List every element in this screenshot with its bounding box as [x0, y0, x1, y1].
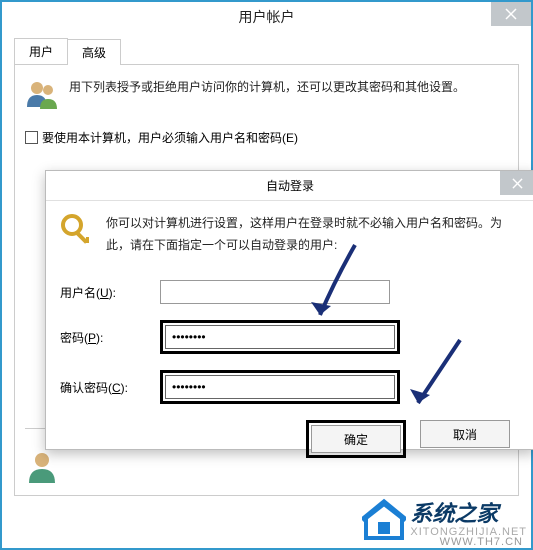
password-row: 密码(P): — [60, 320, 520, 354]
key-icon — [60, 213, 96, 249]
description-row: 用下列表授予或拒绝用户访问你的计算机，还可以更改其密码和其他设置。 — [25, 77, 508, 111]
checkbox-label: 要使用本计算机，用户必须输入用户名和密码(E) — [42, 129, 298, 146]
confirm-password-input[interactable] — [165, 375, 395, 399]
description-text: 用下列表授予或拒绝用户访问你的计算机，还可以更改其密码和其他设置。 — [69, 77, 465, 99]
dialog-description-row: 你可以对计算机进行设置，这样用户在登录时就不必输入用户名和密码。为此，请在下面指… — [60, 213, 520, 256]
cancel-button[interactable]: 取消 — [420, 420, 510, 448]
username-row: 用户名(U): — [60, 280, 520, 304]
dialog-description-text: 你可以对计算机进行设置，这样用户在登录时就不必输入用户名和密码。为此，请在下面指… — [106, 213, 520, 256]
close-icon — [505, 8, 517, 20]
tab-advanced[interactable]: 高级 — [67, 39, 121, 65]
window-title: 用户帐户 — [239, 7, 295, 27]
close-icon — [512, 178, 523, 189]
close-button[interactable] — [491, 2, 531, 26]
checkbox-icon — [25, 131, 38, 144]
titlebar: 用户帐户 — [2, 2, 531, 32]
highlight-ok: 确定 — [306, 420, 406, 458]
logo-brand: 系统之家 — [410, 502, 527, 526]
password-label: 密码(P): — [60, 329, 160, 346]
highlight-confirm — [160, 370, 400, 404]
dialog-title: 自动登录 — [266, 177, 314, 194]
house-icon — [362, 498, 406, 542]
password-input[interactable] — [165, 325, 395, 349]
confirm-password-label: 确认密码(C): — [60, 379, 160, 396]
username-input[interactable] — [160, 280, 390, 304]
ok-button[interactable]: 确定 — [311, 425, 401, 453]
must-enter-password-checkbox-row[interactable]: 要使用本计算机，用户必须输入用户名和密码(E) — [25, 129, 508, 146]
dialog-close-button[interactable] — [500, 171, 533, 195]
dialog-titlebar: 自动登录 — [46, 171, 533, 201]
users-icon — [25, 77, 59, 111]
confirm-password-row: 确认密码(C): — [60, 370, 520, 404]
logo-sub: XITONGZHIJIA.NET — [410, 526, 527, 538]
tab-users[interactable]: 用户 — [14, 38, 68, 64]
logo-watermark: 系统之家 XITONGZHIJIA.NET — [362, 498, 527, 542]
username-label: 用户名(U): — [60, 284, 160, 301]
auto-login-dialog: 自动登录 你可以对计算机进行设置，这样用户在登录时就不必输入用户名和密码。为此，… — [45, 170, 533, 450]
tabs: 用户 高级 — [14, 38, 531, 64]
highlight-password — [160, 320, 400, 354]
dialog-buttons: 确定 取消 — [60, 420, 520, 458]
